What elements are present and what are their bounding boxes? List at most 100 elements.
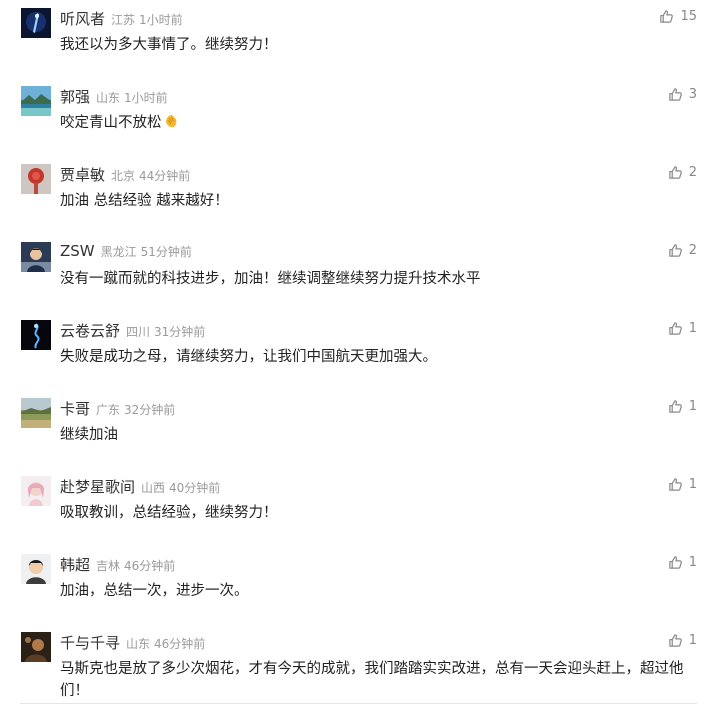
like-button[interactable]: 1 bbox=[668, 321, 697, 336]
comment-meta: 听风者 江苏 1小时前 bbox=[60, 8, 183, 30]
location: 四川 bbox=[126, 325, 151, 339]
comment-sub: 四川 31分钟前 bbox=[126, 323, 205, 340]
like-count: 15 bbox=[680, 9, 697, 24]
comment-meta: 贾卓敏 北京 44分钟前 bbox=[60, 164, 190, 186]
comment-item: 郭强 山东 1小时前 3 咬定青山不放松 bbox=[0, 78, 719, 155]
comment-meta: 云卷云舒 四川 31分钟前 bbox=[60, 320, 205, 342]
nickname[interactable]: 卡哥 bbox=[60, 398, 90, 419]
thumbs-up-icon bbox=[668, 243, 683, 258]
comment-text: 咬定青山不放松 bbox=[60, 112, 700, 136]
thumbs-up-icon bbox=[659, 9, 674, 24]
like-count: 1 bbox=[688, 555, 697, 570]
thumbs-up-icon bbox=[668, 399, 683, 414]
avatar[interactable] bbox=[21, 320, 51, 350]
location: 山东 bbox=[126, 637, 151, 651]
comment-meta: 千与千寻 山东 46分钟前 bbox=[60, 632, 205, 654]
avatar[interactable] bbox=[21, 632, 51, 662]
timestamp: 46分钟前 bbox=[154, 637, 206, 651]
location: 北京 bbox=[111, 169, 136, 183]
avatar[interactable] bbox=[21, 476, 51, 506]
comment-item: 千与千寻 山东 46分钟前 1 马斯克也是放了多少次烟花，才有今天的成就，我们踏踏… bbox=[0, 624, 719, 702]
like-button[interactable]: 3 bbox=[668, 87, 697, 102]
comment-item: 韩超 吉林 46分钟前 1 加油，总结一次，进步一次。 bbox=[0, 546, 719, 623]
nickname[interactable]: 赴梦星歌间 bbox=[60, 476, 135, 497]
comment-meta: 郭强 山东 1小时前 bbox=[60, 86, 168, 108]
like-button[interactable]: 1 bbox=[668, 633, 697, 648]
location: 江苏 bbox=[111, 13, 136, 27]
like-count: 1 bbox=[688, 399, 697, 414]
thumbs-up-icon bbox=[668, 555, 683, 570]
like-button[interactable]: 1 bbox=[668, 399, 697, 414]
comment-text: 失败是成功之母，请继续努力，让我们中国航天更加强大。 bbox=[60, 349, 437, 365]
avatar[interactable] bbox=[21, 554, 51, 584]
comment-sub: 黑龙江 51分钟前 bbox=[101, 243, 192, 260]
thumbs-up-icon bbox=[668, 477, 683, 492]
comment-sub: 吉林 46分钟前 bbox=[96, 557, 175, 574]
like-button[interactable]: 15 bbox=[659, 9, 697, 24]
like-count: 1 bbox=[688, 633, 697, 648]
comment-sub: 北京 44分钟前 bbox=[111, 167, 190, 184]
timestamp: 46分钟前 bbox=[124, 559, 176, 573]
like-count: 2 bbox=[688, 243, 697, 258]
timestamp: 40分钟前 bbox=[169, 481, 221, 495]
clapping-hands-icon bbox=[163, 113, 179, 136]
comment-meta: 赴梦星歌间 山西 40分钟前 bbox=[60, 476, 220, 498]
location: 广东 bbox=[96, 403, 121, 417]
comment-meta: 卡哥 广东 32分钟前 bbox=[60, 398, 175, 420]
comment-meta: 韩超 吉林 46分钟前 bbox=[60, 554, 175, 576]
like-count: 3 bbox=[688, 87, 697, 102]
nickname[interactable]: 听风者 bbox=[60, 8, 105, 29]
avatar[interactable] bbox=[21, 398, 51, 428]
nickname[interactable]: ZSW bbox=[60, 242, 95, 260]
location: 山东 bbox=[96, 91, 121, 105]
comment-meta: ZSW 黑龙江 51分钟前 bbox=[60, 242, 192, 264]
location: 山西 bbox=[141, 481, 166, 495]
comment-text: 我还以为多大事情了。继续努力！ bbox=[60, 37, 278, 53]
comment-list: 听风者 江苏 1小时前 15 我还以为多大事情了。继续努力！ 郭强 山东 1小时前 … bbox=[0, 0, 719, 705]
like-button[interactable]: 2 bbox=[668, 165, 697, 180]
comment-item: 赴梦星歌间 山西 40分钟前 1 吸取教训，总结经验，继续努力！ bbox=[0, 468, 719, 545]
comment-sub: 山西 40分钟前 bbox=[141, 479, 220, 496]
location: 吉林 bbox=[96, 559, 121, 573]
comment-sub: 广东 32分钟前 bbox=[96, 401, 175, 418]
comment-text: 加油，总结一次，进步一次。 bbox=[60, 583, 249, 599]
nickname[interactable]: 贾卓敏 bbox=[60, 164, 105, 185]
comment-text: 加油 总结经验 越来越好！ bbox=[60, 193, 229, 209]
like-button[interactable]: 2 bbox=[668, 243, 697, 258]
like-count: 1 bbox=[688, 477, 697, 492]
comment-text: 吸取教训，总结经验，继续努力！ bbox=[60, 505, 278, 521]
thumbs-up-icon bbox=[668, 87, 683, 102]
comment-item: ZSW 黑龙江 51分钟前 2 没有一蹴而就的科技进步，加油！继续调整继续努力提升… bbox=[0, 234, 719, 311]
avatar[interactable] bbox=[21, 86, 51, 116]
timestamp: 44分钟前 bbox=[139, 169, 191, 183]
comment-item: 贾卓敏 北京 44分钟前 2 加油 总结经验 越来越好！ bbox=[0, 156, 719, 233]
comment-text: 继续加油 bbox=[60, 427, 118, 443]
comment-text-body: 咬定青山不放松 bbox=[60, 115, 162, 131]
location: 黑龙江 bbox=[100, 245, 137, 259]
comment-sub: 山东 1小时前 bbox=[96, 89, 168, 106]
like-button[interactable]: 1 bbox=[668, 477, 697, 492]
timestamp: 51分钟前 bbox=[140, 245, 192, 259]
comment-sub: 山东 46分钟前 bbox=[126, 635, 205, 652]
nickname[interactable]: 云卷云舒 bbox=[60, 320, 120, 341]
avatar[interactable] bbox=[21, 164, 51, 194]
avatar[interactable] bbox=[21, 8, 51, 38]
nickname[interactable]: 千与千寻 bbox=[60, 632, 120, 653]
comment-text: 没有一蹴而就的科技进步，加油！继续调整继续努力提升技术水平 bbox=[60, 271, 481, 287]
avatar[interactable] bbox=[21, 242, 51, 272]
timestamp: 31分钟前 bbox=[154, 325, 206, 339]
comment-text: 马斯克也是放了多少次烟花，才有今天的成就，我们踏踏实实改进，总有一天会迎头赶上，… bbox=[60, 661, 684, 699]
like-count: 2 bbox=[688, 165, 697, 180]
comment-sub: 江苏 1小时前 bbox=[111, 11, 183, 28]
comment-item: 听风者 江苏 1小时前 15 我还以为多大事情了。继续努力！ bbox=[0, 0, 719, 77]
divider bbox=[20, 703, 697, 704]
thumbs-up-icon bbox=[668, 633, 683, 648]
timestamp: 1小时前 bbox=[139, 13, 183, 27]
thumbs-up-icon bbox=[668, 321, 683, 336]
like-count: 1 bbox=[688, 321, 697, 336]
nickname[interactable]: 郭强 bbox=[60, 86, 90, 107]
nickname[interactable]: 韩超 bbox=[60, 554, 90, 575]
timestamp: 32分钟前 bbox=[124, 403, 176, 417]
comment-item: 云卷云舒 四川 31分钟前 1 失败是成功之母，请继续努力，让我们中国航天更加强大… bbox=[0, 312, 719, 389]
like-button[interactable]: 1 bbox=[668, 555, 697, 570]
